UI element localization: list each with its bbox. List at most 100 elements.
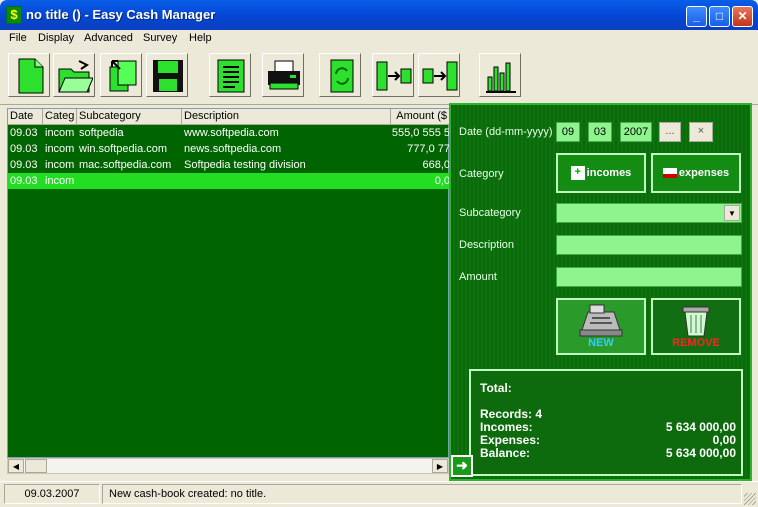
col-subcategory[interactable]: Subcategory [77, 109, 182, 125]
refresh-button[interactable] [319, 53, 361, 97]
cell-category: incom [45, 175, 75, 187]
report-button[interactable] [209, 53, 251, 97]
menu-bar: File Display Advanced Survey Help [0, 30, 758, 49]
entry-panel: Date (dd-mm-yyyy) 09 03 2007 ... × Categ… [449, 103, 752, 481]
day-field[interactable]: 09 [556, 122, 580, 142]
import-icon [422, 61, 458, 91]
col-amount[interactable]: Amount ($ [391, 109, 450, 125]
month-field[interactable]: 03 [588, 122, 612, 142]
cell-date: 09.03 [10, 143, 38, 155]
incomes-total-label: Incomes: [480, 420, 533, 434]
table-row-selected[interactable]: 09.03 incom 0,0 [8, 173, 450, 189]
totals-title: Total: [480, 381, 512, 395]
date-label: Date (dd-mm-yyyy) [459, 126, 553, 138]
expenses-total-value: 0,00 [712, 433, 736, 447]
incomes-total-row: Incomes: 5 634 000,00 [480, 420, 736, 434]
cell-date: 09.03 [10, 175, 38, 187]
status-date: 09.03.2007 [4, 484, 100, 504]
expenses-total-row: Expenses: 0,00 [480, 433, 736, 447]
chevron-down-icon[interactable]: ▼ [724, 205, 740, 221]
amount-input[interactable] [556, 267, 742, 287]
import-button[interactable] [418, 53, 460, 97]
cell-description [182, 173, 391, 189]
toggle-panel-button[interactable]: ➜ [451, 455, 473, 477]
menu-file[interactable]: File [9, 32, 27, 44]
description-input[interactable] [556, 235, 742, 255]
horizontal-scrollbar[interactable]: ◀ ▶ [7, 458, 449, 474]
open-button[interactable] [53, 53, 95, 97]
minimize-button[interactable]: _ [686, 6, 707, 27]
scroll-thumb[interactable] [25, 459, 47, 473]
title-bar: $ no title () - Easy Cash Manager _ □ ✕ [0, 0, 758, 30]
transactions-grid[interactable]: Date Categ Subcategory Description Amoun… [7, 108, 450, 458]
totals-box: Total: Records: 4 Incomes: 5 634 000,00 … [469, 369, 743, 476]
save-button[interactable] [146, 53, 188, 97]
cell-amount: 5 555 555,0 [391, 127, 450, 139]
save-as-button[interactable] [100, 53, 142, 97]
menu-display[interactable]: Display [38, 32, 74, 44]
close-button[interactable]: ✕ [732, 6, 753, 27]
toolbar [0, 49, 758, 105]
menu-advanced[interactable]: Advanced [84, 32, 133, 44]
cell-date: 09.03 [10, 159, 38, 171]
refresh-icon [330, 59, 354, 93]
cell-amount: 0,0 [434, 175, 450, 187]
remove-record-button[interactable]: REMOVE [651, 298, 741, 355]
new-document-icon [18, 58, 44, 94]
subcategory-dropdown[interactable]: ▼ [556, 203, 742, 223]
col-date[interactable]: Date [8, 109, 43, 125]
resize-grip-icon[interactable] [744, 493, 756, 505]
cell-subcategory: mac.softpedia.com [79, 159, 172, 171]
scroll-right-icon[interactable]: ▶ [432, 459, 448, 473]
balance-value: 5 634 000,00 [665, 446, 736, 460]
export-icon [376, 61, 412, 91]
description-label: Description [459, 239, 515, 251]
records-count: Records: 4 [480, 407, 543, 421]
table-row[interactable]: 09.03 incom softpedia www.softpedia.com … [8, 125, 450, 141]
cell-description: news.softpedia.com [184, 143, 282, 155]
cell-subcategory [77, 173, 182, 189]
new-button[interactable] [8, 53, 50, 97]
cell-subcategory: win.softpedia.com [79, 143, 168, 155]
balance-label: Balance: [480, 446, 531, 460]
expenses-total-label: Expenses: [480, 433, 541, 447]
export-button[interactable] [372, 53, 414, 97]
col-description[interactable]: Description [182, 109, 391, 125]
scroll-left-icon[interactable]: ◀ [8, 459, 24, 473]
status-bar: 09.03.2007 New cash-book created: no tit… [0, 481, 758, 507]
arrow-right-icon: ➜ [456, 457, 468, 473]
year-field[interactable]: 2007 [620, 122, 652, 142]
minus-icon [662, 168, 677, 179]
expenses-button[interactable]: expenses [651, 153, 741, 193]
chart-button[interactable] [479, 53, 521, 97]
trash-can-icon [682, 306, 710, 337]
col-category[interactable]: Categ [43, 109, 77, 125]
cell-description: www.softpedia.com [184, 127, 279, 139]
balance-row: Balance: 5 634 000,00 [480, 446, 736, 460]
cash-register-icon [579, 304, 623, 337]
new-record-button[interactable]: NEW [556, 298, 646, 355]
grid-header: Date Categ Subcategory Description Amoun… [8, 109, 450, 125]
date-clear-button[interactable]: × [689, 122, 713, 142]
subcategory-label: Subcategory [459, 207, 521, 219]
table-row[interactable]: 09.03 incom win.softpedia.com news.softp… [8, 141, 450, 157]
menu-help[interactable]: Help [189, 32, 212, 44]
open-folder-icon [58, 60, 93, 93]
incomes-button[interactable]: + incomes [556, 153, 646, 193]
menu-survey[interactable]: Survey [143, 32, 177, 44]
cell-description: Softpedia testing division [184, 159, 306, 171]
report-document-icon [217, 59, 245, 93]
amount-label: Amount [459, 271, 497, 283]
table-row[interactable]: 09.03 incom mac.softpedia.com Softpedia … [8, 157, 450, 173]
cell-category: incom [45, 143, 75, 155]
bar-chart-icon [486, 62, 516, 93]
cell-amount: 668,0 [422, 159, 450, 171]
incomes-total-value: 5 634 000,00 [665, 420, 736, 434]
window-title: no title () - Easy Cash Manager [26, 7, 216, 22]
status-message: New cash-book created: no title. [102, 484, 742, 504]
dollar-app-icon: $ [6, 6, 22, 24]
date-picker-button[interactable]: ... [659, 122, 681, 142]
print-button[interactable] [262, 53, 304, 97]
maximize-button[interactable]: □ [709, 6, 730, 27]
cell-category: incom [45, 159, 75, 171]
